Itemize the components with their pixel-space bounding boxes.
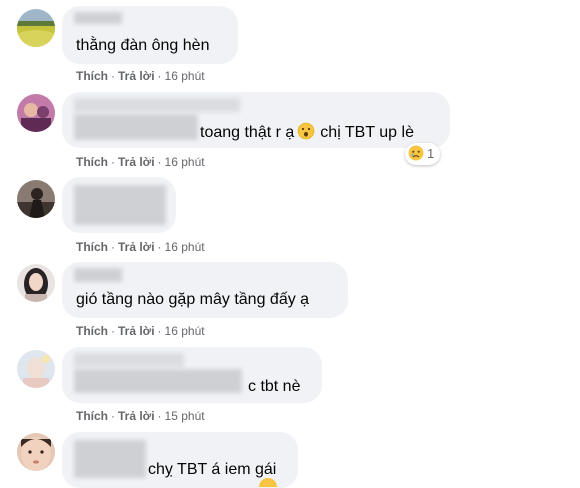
commenter-avatar[interactable] (17, 94, 55, 132)
redacted-author-name (74, 440, 146, 478)
redacted-mention (74, 369, 242, 393)
girl-portrait-avatar-icon (17, 264, 55, 302)
redacted-author-name (74, 98, 240, 112)
like-button[interactable]: Thích (76, 69, 108, 83)
comment-text: c tbt nè (248, 378, 301, 395)
reply-button[interactable]: Trả lời (118, 155, 155, 169)
redacted-author-name (74, 353, 184, 367)
separator-dot: · (111, 69, 115, 83)
pink-portrait-avatar-icon (17, 94, 55, 132)
comment-actions: Thích · Trả lời · 15 phút (76, 409, 205, 423)
like-button[interactable]: Thích (76, 155, 108, 169)
commenter-avatar[interactable] (17, 264, 55, 302)
reply-button[interactable]: Trả lời (118, 409, 155, 423)
like-button[interactable]: Thích (76, 324, 108, 338)
commenter-avatar[interactable] (17, 433, 55, 471)
comment-timestamp[interactable]: 16 phút (165, 69, 205, 83)
commenter-avatar[interactable] (17, 180, 55, 218)
separator-dot: · (111, 409, 115, 423)
comment-timestamp[interactable]: 16 phút (165, 240, 205, 254)
comment-bubble: toang thật r ạ chị TBT up lè (62, 92, 450, 148)
reply-button[interactable]: Trả lời (118, 69, 155, 83)
separator-dot: · (111, 324, 115, 338)
comment-bubble (62, 177, 176, 233)
surprised-face-emoji-icon (297, 122, 315, 140)
field-landscape-avatar-icon (17, 9, 55, 47)
redacted-comment-content (74, 185, 166, 225)
comment-text: toang thật r ạ chị TBT up lè (200, 122, 414, 143)
reply-button[interactable]: Trả lời (118, 240, 155, 254)
comment-actions: Thích · Trả lời · 16 phút (76, 240, 205, 254)
separator-dot: · (157, 409, 162, 423)
comment-text: gió tầng nào gặp mây tầng đấy ạ (76, 291, 310, 308)
comment-actions: Thích · Trả lời · 16 phút (76, 324, 205, 338)
comment-actions: Thích · Trả lời · 16 phút (76, 69, 205, 83)
reaction-count: 1 (427, 146, 435, 161)
separator-dot: · (157, 240, 162, 254)
redacted-author-name (74, 12, 122, 24)
reaction-badge[interactable]: 1 (405, 143, 441, 165)
separator-dot: · (111, 155, 115, 169)
separator-dot: · (157, 155, 162, 169)
comment-text-after-emoji: chị TBT up lè (320, 124, 414, 141)
redacted-mention (74, 114, 198, 140)
commenter-avatar[interactable] (17, 9, 55, 47)
comment-text: thằng đàn ông hèn (76, 37, 210, 54)
separator-dot: · (157, 324, 162, 338)
commenter-avatar[interactable] (17, 350, 55, 388)
reply-button[interactable]: Trả lời (118, 324, 155, 338)
comment-bubble: gió tầng nào gặp mây tầng đấy ạ (62, 262, 348, 318)
like-button[interactable]: Thích (76, 409, 108, 423)
sad-face-emoji-icon (408, 145, 424, 161)
dark-silhouette-avatar-icon (17, 180, 55, 218)
comment-actions: Thích · Trả lời · 16 phút (76, 155, 205, 169)
face-closeup-avatar-icon (17, 433, 55, 471)
comment-timestamp[interactable]: 16 phút (165, 155, 205, 169)
comment-text-before-emoji: toang thật r ạ (200, 124, 295, 141)
comment-timestamp[interactable]: 16 phút (165, 324, 205, 338)
comment-bubble: c tbt nè (62, 347, 322, 403)
comment-timestamp[interactable]: 15 phút (165, 409, 205, 423)
redacted-author-name (74, 268, 122, 282)
separator-dot: · (157, 69, 162, 83)
comment-bubble: thằng đàn ông hèn (62, 6, 238, 64)
like-button[interactable]: Thích (76, 240, 108, 254)
separator-dot: · (111, 240, 115, 254)
reaction-emoji-icon (258, 477, 278, 487)
light-portrait-avatar-icon (17, 350, 55, 388)
